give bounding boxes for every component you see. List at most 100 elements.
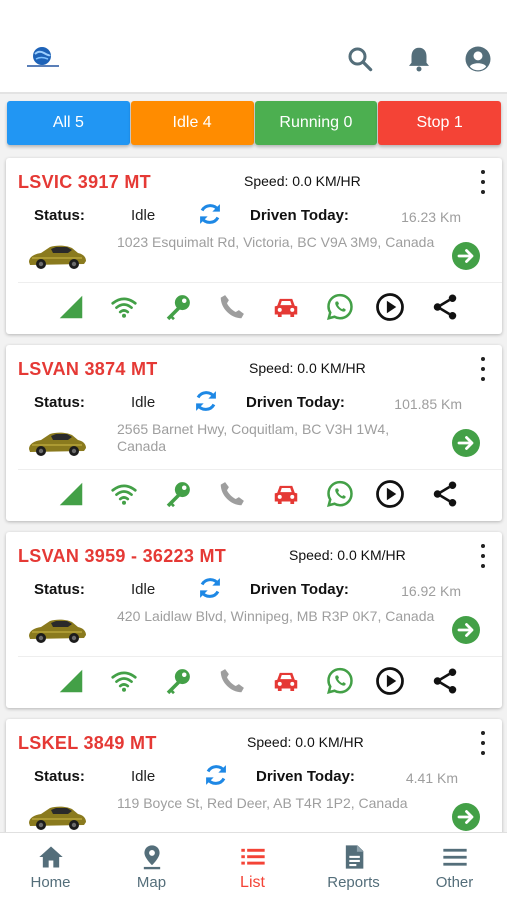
playback-icon[interactable] (375, 666, 405, 696)
status-label: Status: (34, 768, 85, 785)
nav-map[interactable]: Map (101, 833, 202, 900)
status-value: Idle (131, 394, 156, 411)
wifi-icon[interactable] (109, 666, 139, 696)
status-value: Idle (131, 581, 156, 598)
app-header (0, 0, 507, 94)
home-icon (37, 843, 65, 871)
status-value: Idle (131, 207, 156, 224)
tab-stop[interactable]: Stop 1 (378, 101, 501, 145)
more-options-icon[interactable] (478, 731, 488, 755)
refresh-icon[interactable] (196, 200, 224, 228)
arrow-right-icon[interactable] (452, 803, 480, 831)
nav-list[interactable]: List (202, 833, 303, 900)
driven-today-label: Driven Today: (250, 581, 349, 598)
status-label: Status: (34, 581, 85, 598)
nav-label: Other (435, 874, 474, 891)
car-icon[interactable] (271, 666, 301, 696)
share-icon[interactable] (430, 666, 460, 696)
arrow-right-icon[interactable] (452, 616, 480, 644)
signal-icon[interactable] (56, 479, 86, 509)
nav-home[interactable]: Home (0, 833, 101, 900)
vehicle-speed: Speed: 0.0 KM/HR (289, 547, 406, 563)
tab-all[interactable]: All 5 (7, 101, 130, 145)
car-icon (26, 238, 88, 272)
vehicle-card[interactable]: LSVAN 3959 - 36223 MT Speed: 0.0 KM/HR Sta… (6, 532, 502, 708)
vehicle-actions (6, 658, 502, 704)
nav-reports[interactable]: Reports (303, 833, 404, 900)
vehicle-plate: LSKEL 3849 MT (18, 733, 157, 753)
refresh-icon[interactable] (196, 574, 224, 602)
wifi-icon[interactable] (109, 479, 139, 509)
bottom-navigation: Home Map List Reports Other (0, 832, 507, 900)
playback-icon[interactable] (375, 292, 405, 322)
arrow-right-icon[interactable] (452, 429, 480, 457)
vehicle-list-screen: All 5 Idle 4 Running 0 Stop 1 LSVIC 3917… (0, 0, 507, 900)
vehicle-address: 2565 Barnet Hwy, Coquitlam, BC V3H 1W4, … (117, 421, 390, 454)
whatsapp-icon[interactable] (325, 479, 355, 509)
driven-today-value: 16.23 Km (401, 209, 461, 225)
driven-today-value: 16.92 Km (401, 583, 461, 599)
vehicle-actions (6, 284, 502, 330)
tab-idle[interactable]: Idle 4 (130, 101, 254, 145)
signal-icon[interactable] (56, 292, 86, 322)
refresh-icon[interactable] (192, 387, 220, 415)
vehicle-address: 1023 Esquimalt Rd, Victoria, BC V9A 3M9,… (117, 234, 435, 250)
car-icon (26, 799, 88, 833)
driven-today-label: Driven Today: (250, 207, 349, 224)
nav-other[interactable]: Other (404, 833, 505, 900)
card-divider (18, 656, 502, 657)
vehicle-speed: Speed: 0.0 KM/HR (244, 173, 361, 189)
share-icon[interactable] (430, 479, 460, 509)
refresh-icon[interactable] (202, 761, 230, 789)
driven-today-value: 101.85 Km (394, 396, 462, 412)
nav-label: Reports (327, 874, 380, 891)
phone-icon[interactable] (217, 292, 247, 322)
vehicle-card[interactable]: LSVIC 3917 MT Speed: 0.0 KM/HR Status: Idle… (6, 158, 502, 334)
nav-label: Map (136, 874, 167, 891)
vehicle-plate: LSVAN 3959 - 36223 MT (18, 546, 227, 566)
whatsapp-icon[interactable] (325, 666, 355, 696)
car-icon[interactable] (271, 479, 301, 509)
vehicle-speed: Speed: 0.0 KM/HR (249, 360, 366, 376)
phone-icon[interactable] (217, 666, 247, 696)
card-divider (18, 282, 502, 283)
card-divider (18, 469, 502, 470)
vehicle-actions (6, 471, 502, 517)
status-filter-tabs: All 5 Idle 4 Running 0 Stop 1 (7, 101, 501, 145)
vehicle-plate: LSVAN 3874 MT (18, 359, 158, 379)
more-options-icon[interactable] (478, 544, 488, 568)
document-icon (340, 843, 368, 871)
more-options-icon[interactable] (478, 170, 488, 194)
vehicle-plate: LSVIC 3917 MT (18, 172, 151, 192)
status-value: Idle (131, 768, 156, 785)
bell-icon[interactable] (404, 44, 434, 74)
wifi-icon[interactable] (109, 292, 139, 322)
phone-icon[interactable] (217, 479, 247, 509)
playback-icon[interactable] (375, 479, 405, 509)
signal-icon[interactable] (56, 666, 86, 696)
more-options-icon[interactable] (478, 357, 488, 381)
share-icon[interactable] (430, 292, 460, 322)
globe-logo-icon (27, 47, 59, 67)
search-icon[interactable] (345, 44, 375, 74)
map-pin-icon (138, 843, 166, 871)
vehicle-address: 420 Laidlaw Blvd, Winnipeg, MB R3P 0K7, … (117, 608, 435, 624)
status-label: Status: (34, 394, 85, 411)
list-icon (239, 843, 267, 871)
car-icon (26, 612, 88, 646)
nav-label: List (240, 874, 265, 891)
tab-running[interactable]: Running 0 (254, 101, 378, 145)
menu-icon (441, 843, 469, 871)
status-label: Status: (34, 207, 85, 224)
ignition-key-icon[interactable] (163, 479, 193, 509)
vehicle-address: 119 Boyce St, Red Deer, AB T4R 1P2, Cana… (117, 795, 408, 811)
car-icon[interactable] (271, 292, 301, 322)
driven-today-label: Driven Today: (256, 768, 355, 785)
ignition-key-icon[interactable] (163, 666, 193, 696)
arrow-right-icon[interactable] (452, 242, 480, 270)
account-circle-icon[interactable] (463, 44, 493, 74)
ignition-key-icon[interactable] (163, 292, 193, 322)
vehicle-speed: Speed: 0.0 KM/HR (247, 734, 364, 750)
vehicle-card[interactable]: LSVAN 3874 MT Speed: 0.0 KM/HR Status: Idle… (6, 345, 502, 521)
whatsapp-icon[interactable] (325, 292, 355, 322)
